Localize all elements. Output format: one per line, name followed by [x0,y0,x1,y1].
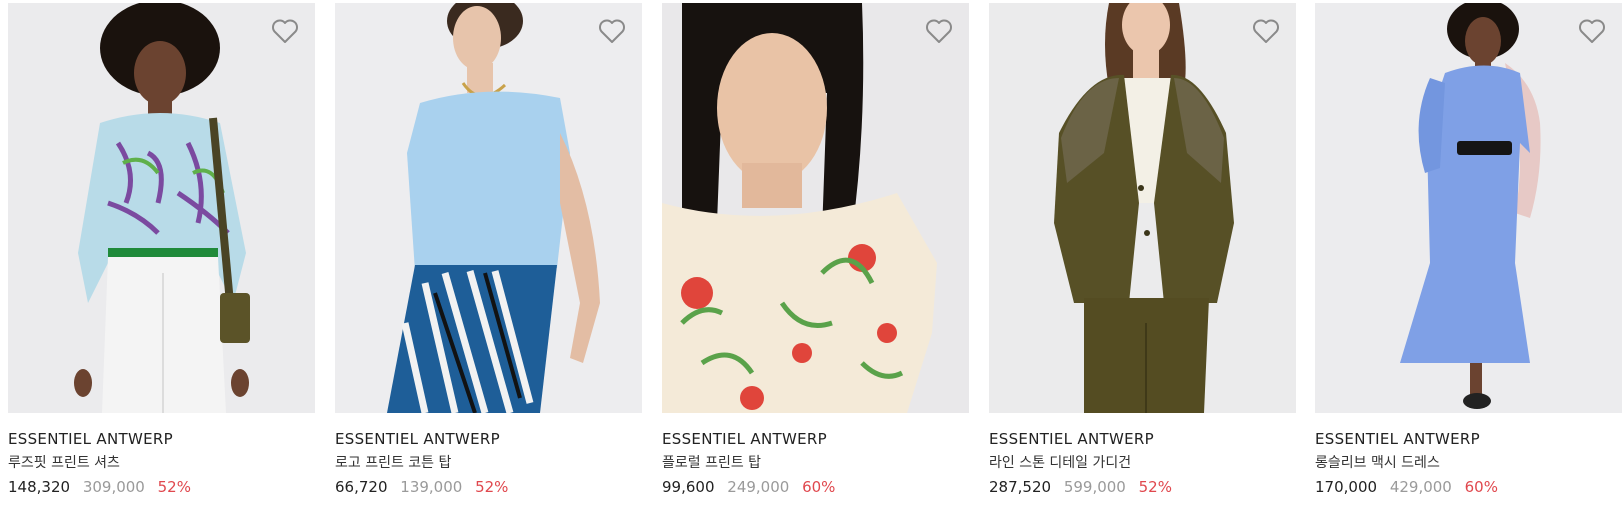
discount-rate: 52% [475,478,509,496]
product-info: ESSENTIEL ANTWERP 롱슬리브 맥시 드레스 170,000 42… [1315,428,1622,498]
original-price: 429,000 [1389,478,1452,496]
wishlist-button[interactable] [925,18,953,44]
sale-price: 170,000 [1315,478,1378,496]
product-card[interactable]: ESSENTIEL ANTWERP 플로럴 프린트 탑 99,600 249,0… [662,3,969,503]
model-photo-illustration [989,3,1296,413]
product-name[interactable]: 로고 프린트 코튼 탑 [335,452,642,474]
price-row: 99,600 249,000 60% [662,476,969,498]
price-row: 170,000 429,000 60% [1315,476,1622,498]
price-row: 148,320 309,000 52% [8,476,315,498]
original-price: 139,000 [400,478,463,496]
sale-price: 66,720 [335,478,388,496]
model-photo-illustration [662,3,969,413]
product-brand[interactable]: ESSENTIEL ANTWERP [1315,428,1622,450]
product-name[interactable]: 루즈핏 프린트 셔츠 [8,452,315,474]
product-image[interactable] [662,3,969,413]
product-brand[interactable]: ESSENTIEL ANTWERP [989,428,1296,450]
discount-rate: 52% [1138,478,1172,496]
sale-price: 287,520 [989,478,1052,496]
product-brand[interactable]: ESSENTIEL ANTWERP [8,428,315,450]
product-card[interactable]: ESSENTIEL ANTWERP 라인 스톤 디테일 가디건 287,520 … [989,3,1296,503]
wishlist-button[interactable] [271,18,299,44]
product-info: ESSENTIEL ANTWERP 루즈핏 프린트 셔츠 148,320 309… [8,428,315,498]
wishlist-button[interactable] [598,18,626,44]
product-name[interactable]: 라인 스톤 디테일 가디건 [989,452,1296,474]
product-info: ESSENTIEL ANTWERP 라인 스톤 디테일 가디건 287,520 … [989,428,1296,498]
original-price: 309,000 [82,478,145,496]
original-price: 599,000 [1063,478,1126,496]
wishlist-button[interactable] [1578,18,1606,44]
product-image[interactable] [989,3,1296,413]
discount-rate: 52% [157,478,191,496]
product-name[interactable]: 롱슬리브 맥시 드레스 [1315,452,1622,474]
discount-rate: 60% [802,478,836,496]
model-photo-illustration [8,3,315,413]
heart-outline-icon [272,19,298,43]
product-image[interactable] [8,3,315,413]
product-image[interactable] [335,3,642,413]
product-info: ESSENTIEL ANTWERP 플로럴 프린트 탑 99,600 249,0… [662,428,969,498]
product-card[interactable]: ESSENTIEL ANTWERP 로고 프린트 코튼 탑 66,720 139… [335,3,642,503]
original-price: 249,000 [727,478,790,496]
heart-outline-icon [1253,19,1279,43]
heart-outline-icon [1579,19,1605,43]
product-name[interactable]: 플로럴 프린트 탑 [662,452,969,474]
product-brand[interactable]: ESSENTIEL ANTWERP [335,428,642,450]
sale-price: 99,600 [662,478,715,496]
discount-rate: 60% [1464,478,1498,496]
model-photo-illustration [335,3,642,413]
product-image[interactable] [1315,3,1622,413]
product-grid: ESSENTIEL ANTWERP 루즈핏 프린트 셔츠 148,320 309… [8,3,1623,503]
heart-outline-icon [599,19,625,43]
product-card[interactable]: ESSENTIEL ANTWERP 롱슬리브 맥시 드레스 170,000 42… [1315,3,1622,503]
wishlist-button[interactable] [1252,18,1280,44]
product-brand[interactable]: ESSENTIEL ANTWERP [662,428,969,450]
product-card[interactable]: ESSENTIEL ANTWERP 루즈핏 프린트 셔츠 148,320 309… [8,3,315,503]
price-row: 287,520 599,000 52% [989,476,1296,498]
model-photo-illustration [1315,3,1622,413]
product-info: ESSENTIEL ANTWERP 로고 프린트 코튼 탑 66,720 139… [335,428,642,498]
price-row: 66,720 139,000 52% [335,476,642,498]
heart-outline-icon [926,19,952,43]
sale-price: 148,320 [8,478,71,496]
